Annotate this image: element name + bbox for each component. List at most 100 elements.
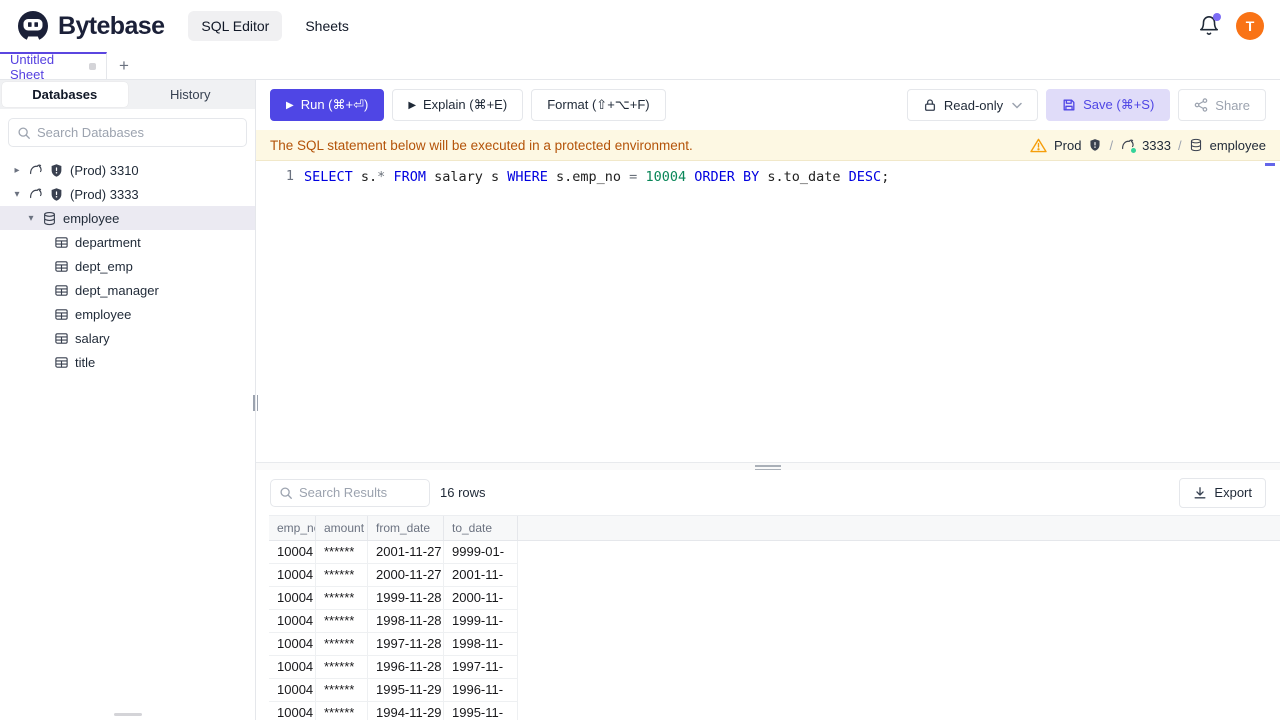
play-icon: ▶ bbox=[286, 99, 294, 111]
table-row[interactable]: 10004******1995-11-291996-11-28 bbox=[269, 679, 1280, 702]
tab-databases[interactable]: Databases bbox=[2, 82, 128, 107]
breadcrumb-separator: / bbox=[1178, 137, 1182, 153]
sql-code-line[interactable]: SELECT s.* FROM salary s WHERE s.emp_no … bbox=[304, 168, 889, 187]
tree-table-employee[interactable]: employee bbox=[0, 302, 255, 326]
unsaved-indicator bbox=[89, 63, 96, 70]
tab-sheets[interactable]: Sheets bbox=[292, 11, 362, 41]
database-tree: ▸ (Prod) 3310 ▾ (Prod) 3333 ▾ employee departm… bbox=[0, 156, 255, 720]
header-filler bbox=[518, 516, 1280, 540]
table-cell: 10004 bbox=[269, 564, 316, 587]
table-row[interactable]: 10004******1994-11-291995-11-29 bbox=[269, 702, 1280, 720]
table-cell: 1997-11-28 bbox=[444, 656, 518, 679]
tree-label: dept_emp bbox=[75, 258, 133, 274]
bytebase-logo[interactable]: Bytebase bbox=[16, 9, 165, 43]
table-row[interactable]: 10004******1997-11-281998-11-28 bbox=[269, 633, 1280, 656]
row-filler bbox=[518, 656, 1280, 679]
sidebar-resize-handle[interactable] bbox=[253, 395, 259, 411]
tree-instance--prod-3333[interactable]: ▾ (Prod) 3333 bbox=[0, 182, 255, 206]
explain-button[interactable]: ▶ Explain (⌘+E) bbox=[392, 89, 524, 121]
sql-editor[interactable]: 1 SELECT s.* FROM salary s WHERE s.emp_n… bbox=[256, 161, 1280, 462]
table-cell: 10004 bbox=[269, 587, 316, 610]
database-icon bbox=[1189, 138, 1203, 152]
tree-table-department[interactable]: department bbox=[0, 230, 255, 254]
tree-instance--prod-3310[interactable]: ▸ (Prod) 3310 bbox=[0, 158, 255, 182]
table-cell: 1998-11-28 bbox=[444, 633, 518, 656]
results-header-row: emp_noamountfrom_dateto_date bbox=[269, 515, 1280, 541]
table-cell: 1995-11-29 bbox=[368, 679, 444, 702]
table-cell: 2001-11-27 bbox=[444, 564, 518, 587]
share-icon bbox=[1194, 98, 1208, 112]
sheet-tab-bar: Untitled Sheet + bbox=[0, 51, 1280, 82]
warning-icon bbox=[1030, 138, 1047, 153]
table-cell: ****** bbox=[316, 633, 368, 656]
tree-label: employee bbox=[75, 306, 132, 322]
table-cell: ****** bbox=[316, 587, 368, 610]
table-icon bbox=[54, 331, 69, 346]
table-cell: 1996-11-28 bbox=[444, 679, 518, 702]
format-button[interactable]: Format (⇧+⌥+F) bbox=[531, 89, 666, 121]
connection-status-dot bbox=[1131, 147, 1137, 153]
banner-message: The SQL statement below will be executed… bbox=[270, 137, 693, 153]
mysql-icon bbox=[28, 187, 43, 202]
row-filler bbox=[518, 702, 1280, 720]
caret-right-icon[interactable]: ▸ bbox=[12, 165, 22, 176]
sidebar-scrollbar-thumb[interactable] bbox=[114, 713, 142, 716]
sheet-tab-label: Untitled Sheet bbox=[10, 51, 55, 82]
avatar[interactable]: T bbox=[1236, 12, 1264, 40]
table-row[interactable]: 10004******1996-11-281997-11-28 bbox=[269, 656, 1280, 679]
table-row[interactable]: 10004******1999-11-282000-11-27 bbox=[269, 587, 1280, 610]
tree-label: employee bbox=[63, 210, 120, 226]
table-icon bbox=[54, 283, 69, 298]
new-sheet-button[interactable]: + bbox=[107, 52, 141, 79]
table-cell: ****** bbox=[316, 610, 368, 633]
table-cell: 10004 bbox=[269, 702, 316, 720]
environment-label: Prod bbox=[1053, 137, 1082, 153]
table-cell: 9999-01-01 bbox=[444, 541, 518, 564]
table-icon bbox=[54, 307, 69, 322]
tree-database-employee[interactable]: ▾ employee bbox=[0, 206, 255, 230]
tree-table-dept-manager[interactable]: dept_manager bbox=[0, 278, 255, 302]
column-header-amount[interactable]: amount bbox=[316, 516, 368, 540]
table-cell: 10004 bbox=[269, 633, 316, 656]
table-cell: 1996-11-28 bbox=[368, 656, 444, 679]
navbar-right: T bbox=[1198, 12, 1264, 40]
table-cell: 1999-11-28 bbox=[368, 587, 444, 610]
tab-sql-editor[interactable]: SQL Editor bbox=[188, 11, 283, 41]
tab-history[interactable]: History bbox=[128, 82, 254, 107]
table-row[interactable]: 10004******2001-11-279999-01-01 bbox=[269, 541, 1280, 564]
search-icon bbox=[279, 486, 293, 500]
notification-bell-icon[interactable] bbox=[1198, 13, 1221, 37]
results-table: emp_noamountfrom_dateto_date 10004******… bbox=[269, 515, 1280, 720]
table-row[interactable]: 10004******1998-11-281999-11-28 bbox=[269, 610, 1280, 633]
save-button[interactable]: Save (⌘+S) bbox=[1046, 89, 1171, 121]
table-cell: ****** bbox=[316, 541, 368, 564]
sheet-tab-untitled[interactable]: Untitled Sheet bbox=[0, 51, 107, 82]
notification-dot bbox=[1213, 13, 1221, 21]
results-header: 16 rows Export bbox=[256, 470, 1280, 515]
run-button[interactable]: ▶ Run (⌘+⏎) bbox=[270, 89, 385, 121]
content: Databases History ▸ (Prod) 3310 ▾ (Prod) 33… bbox=[0, 80, 1280, 720]
table-row[interactable]: 10004******2000-11-272001-11-27 bbox=[269, 564, 1280, 587]
instance-link[interactable]: 3333 bbox=[1142, 138, 1171, 153]
search-databases-input[interactable] bbox=[37, 125, 238, 140]
caret-down-icon[interactable]: ▾ bbox=[12, 189, 22, 200]
search-results-input[interactable] bbox=[299, 485, 421, 500]
tree-label: (Prod) 3333 bbox=[70, 186, 139, 202]
column-header-to_date[interactable]: to_date bbox=[444, 516, 518, 540]
app-window: Bytebase SQL Editor Sheets T Untitled Sh… bbox=[0, 0, 1280, 720]
results-resize-splitter[interactable] bbox=[256, 462, 1280, 470]
tree-table-dept-emp[interactable]: dept_emp bbox=[0, 254, 255, 278]
tree-table-salary[interactable]: salary bbox=[0, 326, 255, 350]
caret-down-icon[interactable]: ▾ bbox=[26, 213, 36, 224]
export-button[interactable]: Export bbox=[1179, 477, 1266, 508]
row-filler bbox=[518, 610, 1280, 633]
database-link[interactable]: employee bbox=[1210, 138, 1266, 153]
database-search bbox=[8, 118, 247, 147]
column-header-from_date[interactable]: from_date bbox=[368, 516, 444, 540]
share-button[interactable]: Share bbox=[1178, 89, 1266, 121]
readonly-mode-dropdown[interactable]: Read-only bbox=[906, 89, 1039, 121]
tree-label: (Prod) 3310 bbox=[70, 162, 139, 178]
tree-table-title[interactable]: title bbox=[0, 350, 255, 374]
connection-breadcrumb: Prod / 3333 / employee bbox=[1030, 138, 1266, 153]
column-header-emp_no[interactable]: emp_no bbox=[269, 516, 316, 540]
